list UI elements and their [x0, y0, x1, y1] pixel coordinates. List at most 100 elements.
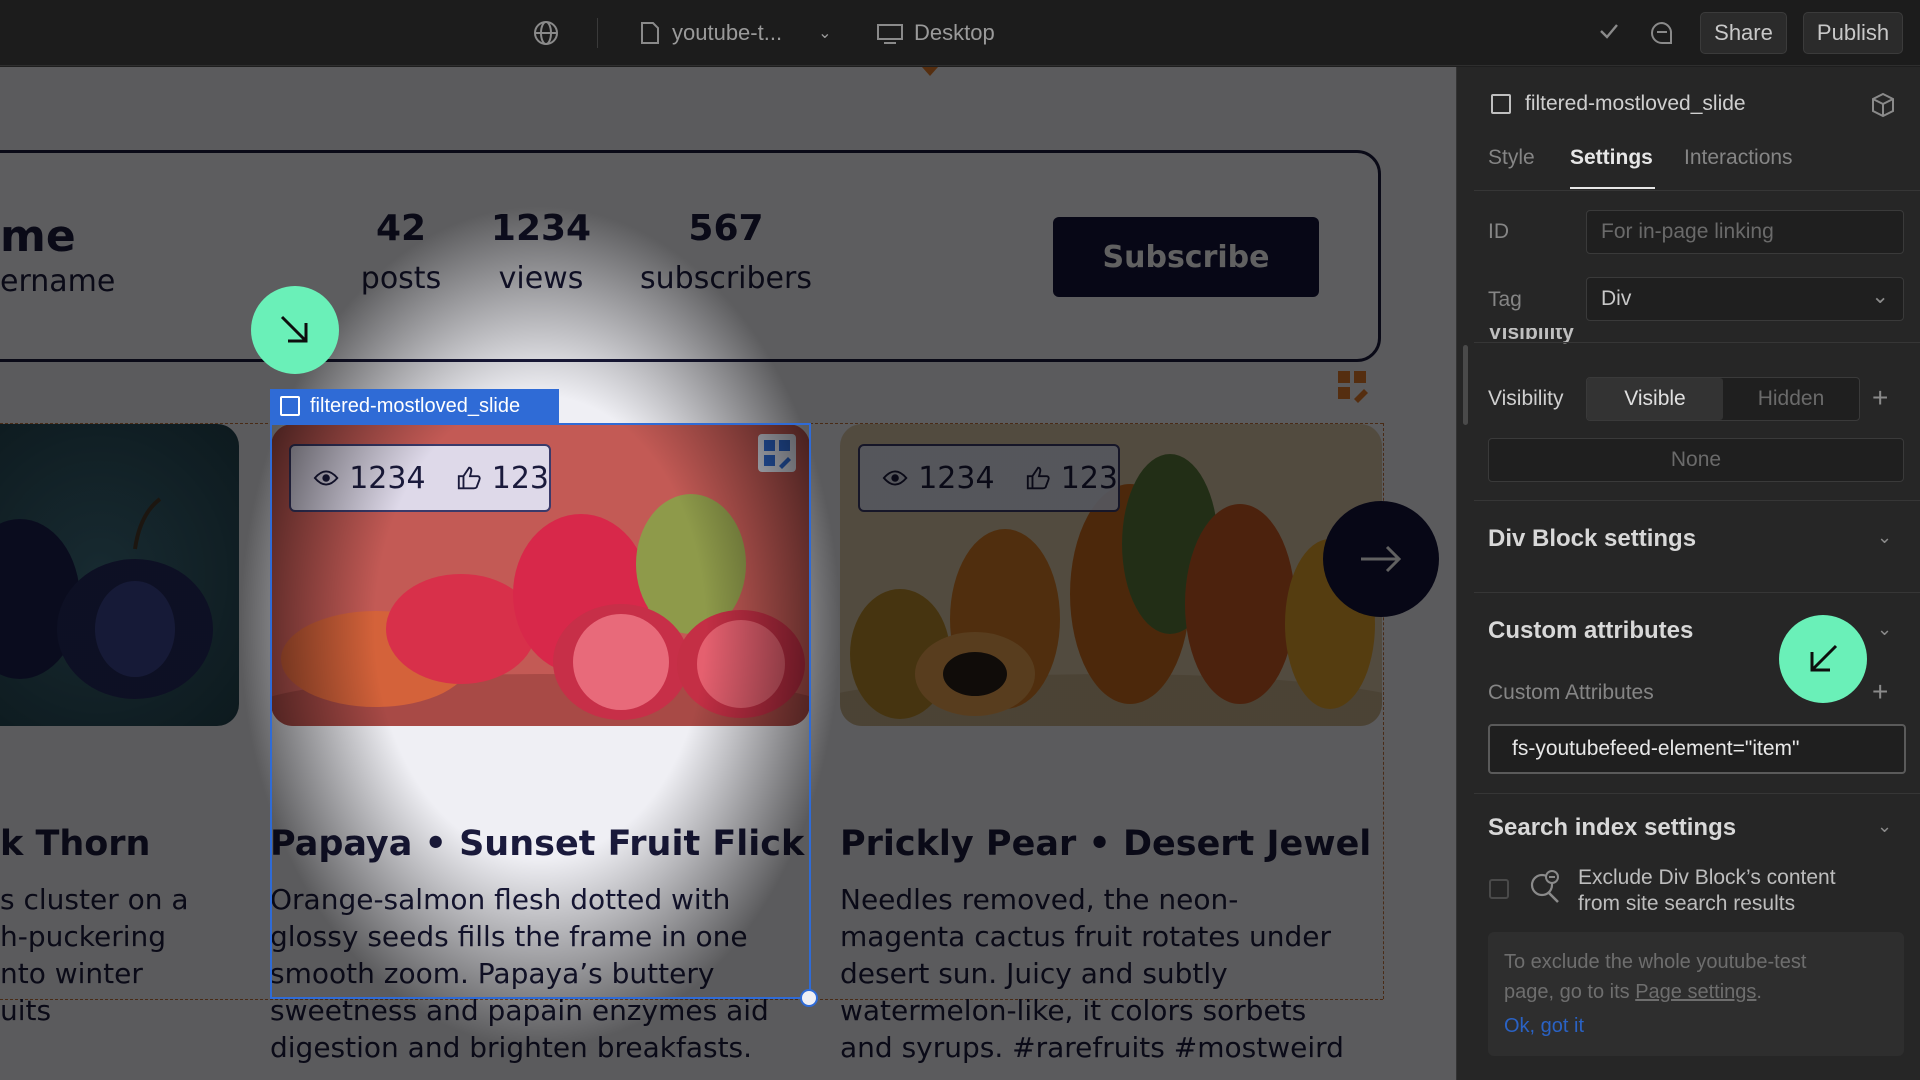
visible-option[interactable]: Visible: [1587, 378, 1723, 420]
desc-line: digestion and brighten breakfasts.: [270, 1031, 753, 1064]
chevron-down-icon: ⌄: [1871, 285, 1889, 308]
arrow-down-right-icon: [280, 315, 308, 343]
profile-username: ername: [0, 264, 116, 299]
info-text: To exclude the whole youtube-test page, …: [1504, 947, 1806, 1007]
stat-views-label: views: [498, 261, 584, 296]
search-exclude-icon: [1528, 869, 1562, 910]
info-line: To exclude the whole youtube-test: [1504, 951, 1807, 973]
desc-line: Needles removed, the neon-: [840, 883, 1239, 916]
check-icon[interactable]: [1598, 20, 1620, 42]
stat-subscribers-label: subscribers: [640, 261, 812, 296]
canvas-marker: [922, 67, 938, 76]
design-canvas[interactable]: me ername 42 posts 1234 views 567 subscr…: [0, 67, 1456, 1080]
custom-attributes-label: Custom Attributes: [1488, 681, 1654, 704]
card-description-partial: s cluster on a h-puckering nto winter ui…: [0, 881, 189, 1029]
page-settings-link[interactable]: Page settings: [1635, 981, 1756, 1003]
tag-label: Tag: [1488, 288, 1522, 311]
view-count: 1234: [918, 460, 995, 496]
scrollbar[interactable]: [1463, 345, 1468, 425]
element-name: filtered-mostloved_slide: [1525, 92, 1746, 115]
arrow-down-left-icon: [1810, 644, 1838, 672]
profile-name: me: [0, 211, 76, 262]
chevron-down-icon[interactable]: ⌄: [1877, 527, 1892, 548]
selection-label-text: filtered-mostloved_slide: [310, 394, 521, 417]
div-block-settings-header[interactable]: Div Block settings: [1488, 525, 1696, 553]
add-attribute-icon[interactable]: +: [1872, 676, 1888, 708]
exclude-checkbox[interactable]: [1489, 879, 1509, 899]
element-box-icon: [1491, 94, 1511, 114]
info-line: page, go to its Page settings.: [1504, 977, 1806, 1007]
arrow-right-icon: [1361, 545, 1402, 573]
subscribe-button[interactable]: Subscribe: [1053, 217, 1319, 297]
exclude-label-line: from site search results: [1578, 892, 1796, 915]
desc-line: nto winter: [0, 957, 143, 990]
chevron-down-icon: ⌄: [818, 25, 832, 42]
selection-outline: [270, 423, 811, 999]
desc-line: h-puckering: [0, 920, 167, 953]
desc-line: magenta cactus fruit rotates under: [840, 920, 1332, 953]
resize-handle[interactable]: [800, 989, 818, 1007]
comment-icon[interactable]: [1649, 20, 1675, 46]
tab-interactions[interactable]: Interactions: [1684, 146, 1793, 170]
attribute-item[interactable]: fs-youtubefeed-element="item": [1488, 724, 1906, 774]
card-image-plum[interactable]: [0, 424, 239, 726]
desc-line: s cluster on a: [0, 883, 189, 916]
info-prefix: page, go to its: [1504, 981, 1636, 1003]
tab-settings[interactable]: Settings: [1570, 146, 1653, 170]
like-count: 123: [1060, 460, 1118, 496]
slider-next-button[interactable]: [1323, 501, 1439, 617]
ok-got-it-link[interactable]: Ok, got it: [1504, 1015, 1584, 1038]
page-icon: [641, 22, 659, 44]
divider: [1474, 793, 1920, 794]
tag-value: Div: [1601, 287, 1632, 310]
stats-badge: 1234 123: [858, 444, 1120, 512]
id-input[interactable]: For in-page linking: [1586, 210, 1904, 254]
desc-line: uits: [0, 994, 52, 1027]
card-title-partial: k Thorn: [0, 824, 151, 864]
stat-views-value: 1234: [490, 208, 592, 249]
visibility-condition[interactable]: None: [1488, 438, 1904, 482]
top-bar: youtube-t... ⌄ Desktop Share Publish: [0, 0, 1920, 66]
active-tab-indicator: [1570, 187, 1655, 189]
breakpoint-selector[interactable]: Desktop: [876, 20, 995, 46]
hidden-option[interactable]: Hidden: [1723, 378, 1859, 420]
globe-icon[interactable]: [533, 20, 559, 46]
exclude-label-line: Exclude Div Block’s content: [1578, 866, 1836, 889]
divider: [1474, 342, 1920, 343]
tag-select[interactable]: Div ⌄: [1586, 277, 1904, 321]
divider: [1474, 500, 1920, 501]
add-icon[interactable]: +: [1872, 382, 1888, 414]
desc-line: watermelon-like, it colors sorbets: [840, 994, 1307, 1027]
eye-icon: [882, 470, 908, 486]
card-title: Prickly Pear • Desert Jewel: [840, 824, 1372, 864]
card-description: Needles removed, the neon- magenta cactu…: [840, 881, 1344, 1066]
element-box-icon: [280, 396, 300, 416]
visibility-toggle: Visible Hidden: [1586, 377, 1860, 421]
divider: [1474, 190, 1920, 191]
custom-attributes-header[interactable]: Custom attributes: [1488, 617, 1693, 645]
stat-posts-label: posts: [360, 261, 442, 296]
chevron-down-icon[interactable]: ⌄: [1877, 816, 1892, 837]
publish-button[interactable]: Publish: [1803, 12, 1903, 54]
selection-label[interactable]: filtered-mostloved_slide: [270, 389, 559, 423]
card-image-papaya[interactable]: 1234 123: [840, 424, 1382, 726]
page-name: youtube-t...: [672, 20, 783, 45]
cube-icon[interactable]: [1870, 92, 1896, 123]
exclude-label: Exclude Div Block’s content from site se…: [1578, 865, 1836, 917]
id-label: ID: [1488, 220, 1509, 243]
stat-posts-value: 42: [375, 208, 427, 249]
thumbs-up-icon: [1026, 466, 1050, 490]
search-index-header[interactable]: Search index settings: [1488, 814, 1736, 842]
desc-line: and syrups. #rarefruits #mostweird: [840, 1031, 1344, 1064]
page-selector[interactable]: youtube-t... ⌄: [640, 20, 831, 46]
cursor-indicator: [251, 286, 339, 374]
desc-line: desert sun. Juicy and subtly: [840, 957, 1228, 990]
share-button[interactable]: Share: [1700, 12, 1787, 54]
desktop-icon: [877, 24, 903, 44]
component-icon[interactable]: [1336, 369, 1370, 403]
divider: [597, 18, 598, 48]
tab-style[interactable]: Style: [1488, 146, 1535, 170]
chevron-down-icon[interactable]: ⌄: [1877, 619, 1892, 640]
stat-subscribers-value: 567: [688, 208, 764, 249]
visibility-label: Visibility: [1488, 387, 1564, 410]
